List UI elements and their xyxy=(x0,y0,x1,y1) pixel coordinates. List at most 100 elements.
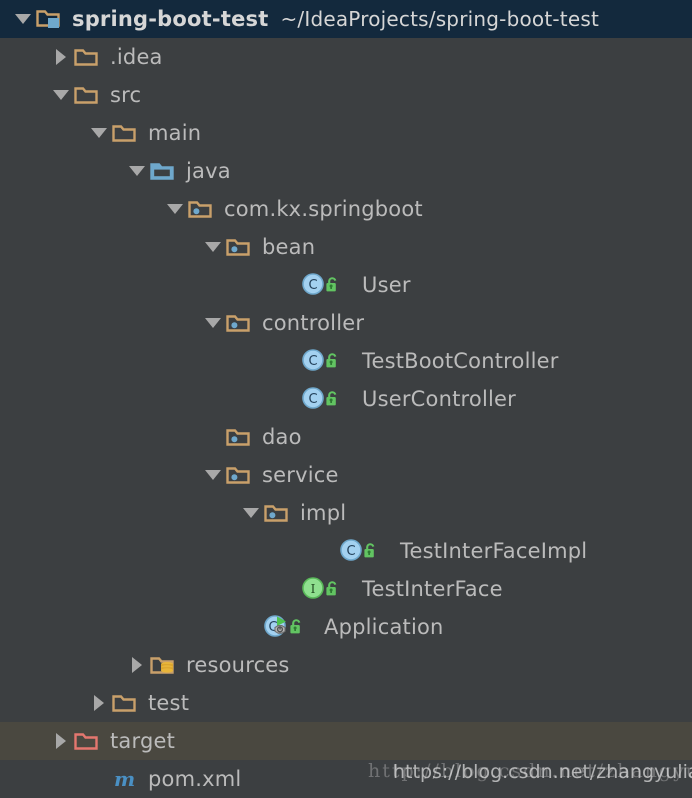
chevron-right-icon[interactable] xyxy=(48,38,74,76)
chevron-down-icon[interactable] xyxy=(124,152,150,190)
indent-spacer xyxy=(0,266,276,304)
project-path: ~/IdeaProjects/spring-boot-test xyxy=(280,7,600,31)
tree-row[interactable]: C UserController xyxy=(0,380,692,418)
indent-spacer xyxy=(0,342,276,380)
excluded-folder-icon xyxy=(74,722,104,760)
tree-row-label: controller xyxy=(262,311,365,335)
package-icon xyxy=(226,228,256,266)
indent-spacer xyxy=(0,418,200,456)
no-toggle-spacer xyxy=(86,760,112,798)
maven-file-icon: m xyxy=(112,760,142,798)
tree-row-label: bean xyxy=(262,235,316,259)
package-icon xyxy=(188,190,218,228)
tree-row[interactable]: dao xyxy=(0,418,692,456)
tree-row[interactable]: java xyxy=(0,152,692,190)
indent-spacer xyxy=(0,228,200,266)
java-class-icon: C xyxy=(302,342,356,380)
tree-row[interactable]: target xyxy=(0,722,692,760)
tree-row[interactable]: C TestInterFaceImpl xyxy=(0,532,692,570)
no-toggle-spacer xyxy=(276,570,302,608)
svg-text:C: C xyxy=(308,354,317,369)
indent-spacer xyxy=(0,456,200,494)
tree-row-label: service xyxy=(262,463,339,487)
tree-row[interactable]: spring-boot-test ~/IdeaProjects/spring-bo… xyxy=(0,0,692,38)
no-toggle-spacer xyxy=(276,380,302,418)
indent-spacer xyxy=(0,380,276,418)
folder-icon xyxy=(74,76,104,114)
chevron-down-icon[interactable] xyxy=(200,456,226,494)
package-icon xyxy=(264,494,294,532)
indent-spacer xyxy=(0,114,86,152)
indent-spacer xyxy=(0,0,10,38)
tree-row-label: spring-boot-test xyxy=(72,7,269,31)
chevron-right-icon[interactable] xyxy=(124,646,150,684)
indent-spacer xyxy=(0,760,86,798)
tree-row-label: TestInterFaceImpl xyxy=(400,539,588,563)
java-interface-icon: I xyxy=(302,570,356,608)
folder-icon xyxy=(112,684,142,722)
tree-row[interactable]: C Application xyxy=(0,608,692,646)
chevron-down-icon[interactable] xyxy=(10,0,36,38)
indent-spacer xyxy=(0,532,314,570)
indent-spacer xyxy=(0,646,124,684)
indent-spacer xyxy=(0,76,48,114)
indent-spacer xyxy=(0,722,48,760)
tree-row[interactable]: test xyxy=(0,684,692,722)
tree-row[interactable]: resources xyxy=(0,646,692,684)
indent-spacer xyxy=(0,38,48,76)
no-toggle-spacer xyxy=(314,532,340,570)
chevron-right-icon[interactable] xyxy=(86,684,112,722)
svg-text:I: I xyxy=(311,582,316,596)
tree-row-label: dao xyxy=(262,425,302,449)
svg-text:C: C xyxy=(308,278,317,293)
chevron-down-icon[interactable] xyxy=(162,190,188,228)
resource-root-folder-icon xyxy=(150,646,180,684)
package-icon xyxy=(226,418,256,456)
tree-row[interactable]: I TestInterFace xyxy=(0,570,692,608)
indent-spacer xyxy=(0,684,86,722)
tree-row[interactable]: main xyxy=(0,114,692,152)
tree-row-label: java xyxy=(186,159,231,183)
java-class-icon: C xyxy=(302,266,356,304)
tree-row[interactable]: bean xyxy=(0,228,692,266)
indent-spacer xyxy=(0,570,276,608)
tree-row[interactable]: C User xyxy=(0,266,692,304)
tree-row[interactable]: .idea xyxy=(0,38,692,76)
tree-row-label: resources xyxy=(186,653,290,677)
tree-row-label: test xyxy=(148,691,190,715)
tree-row[interactable]: impl xyxy=(0,494,692,532)
svg-text:C: C xyxy=(308,392,317,407)
tree-row-label: .idea xyxy=(110,45,163,69)
tree-row[interactable]: src xyxy=(0,76,692,114)
chevron-down-icon[interactable] xyxy=(200,304,226,342)
chevron-right-icon[interactable] xyxy=(48,722,74,760)
chevron-down-icon[interactable] xyxy=(200,228,226,266)
package-icon xyxy=(226,304,256,342)
tree-row-label: UserController xyxy=(362,387,516,411)
chevron-down-icon[interactable] xyxy=(86,114,112,152)
tree-row[interactable]: C TestBootController xyxy=(0,342,692,380)
chevron-down-icon[interactable] xyxy=(48,76,74,114)
indent-spacer xyxy=(0,152,124,190)
tree-row[interactable]: service xyxy=(0,456,692,494)
package-icon xyxy=(226,456,256,494)
no-toggle-spacer xyxy=(276,342,302,380)
no-toggle-spacer xyxy=(238,608,264,646)
module-folder-icon xyxy=(36,0,66,38)
no-toggle-spacer xyxy=(276,266,302,304)
folder-icon xyxy=(112,114,142,152)
tree-row-label: TestInterFace xyxy=(362,577,503,601)
tree-row[interactable]: m pom.xml xyxy=(0,760,692,798)
folder-icon xyxy=(74,38,104,76)
svg-text:m: m xyxy=(114,767,135,791)
source-root-folder-icon xyxy=(150,152,180,190)
tree-row[interactable]: com.kx.springboot xyxy=(0,190,692,228)
indent-spacer xyxy=(0,494,238,532)
tree-row[interactable]: controller xyxy=(0,304,692,342)
java-class-icon: C xyxy=(340,532,394,570)
chevron-down-icon[interactable] xyxy=(238,494,264,532)
tree-row-label: TestBootController xyxy=(362,349,559,373)
project-tree[interactable]: spring-boot-test ~/IdeaProjects/spring-bo… xyxy=(0,0,692,794)
tree-row-label: src xyxy=(110,83,142,107)
svg-text:C: C xyxy=(346,544,355,559)
